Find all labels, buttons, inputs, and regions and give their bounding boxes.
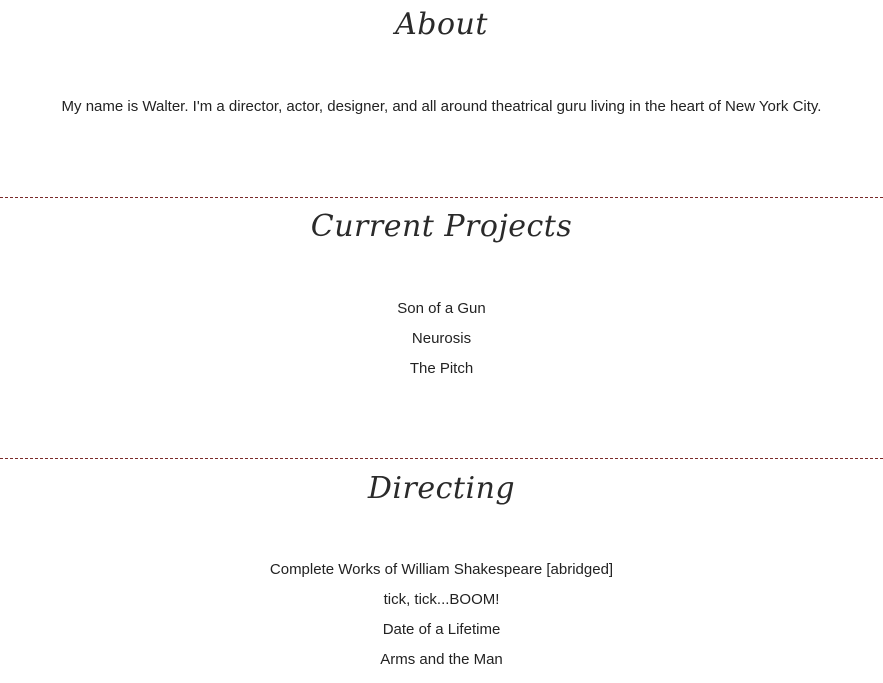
- about-text: My name is Walter. I'm a director, actor…: [61, 98, 822, 115]
- directing-heading: Directing: [367, 471, 516, 506]
- directing-section: Directing: [0, 474, 883, 504]
- about-body: My name is Walter. I'm a director, actor…: [0, 98, 883, 116]
- current-projects-list: Son of a Gun Neurosis The Pitch: [0, 294, 883, 384]
- directing-list-wrap: Complete Works of William Shakespeare [a…: [0, 555, 883, 675]
- list-item: Son of a Gun: [397, 300, 486, 317]
- current-projects-heading: Current Projects: [310, 209, 573, 244]
- about-section: About: [0, 10, 883, 40]
- list-item: Complete Works of William Shakespeare [a…: [269, 561, 614, 578]
- about-heading: About: [395, 7, 488, 42]
- list-item: Date of a Lifetime: [382, 621, 501, 638]
- current-projects-section: Current Projects: [0, 212, 883, 242]
- list-item: Arms and the Man: [380, 651, 503, 668]
- list-item: tick, tick...BOOM!: [383, 591, 500, 608]
- section-divider: [0, 197, 883, 198]
- list-item: Neurosis: [411, 330, 472, 347]
- current-projects-list-wrap: Son of a Gun Neurosis The Pitch: [0, 294, 883, 384]
- section-divider: [0, 458, 883, 459]
- directing-list: Complete Works of William Shakespeare [a…: [0, 555, 883, 675]
- list-item: The Pitch: [409, 360, 474, 377]
